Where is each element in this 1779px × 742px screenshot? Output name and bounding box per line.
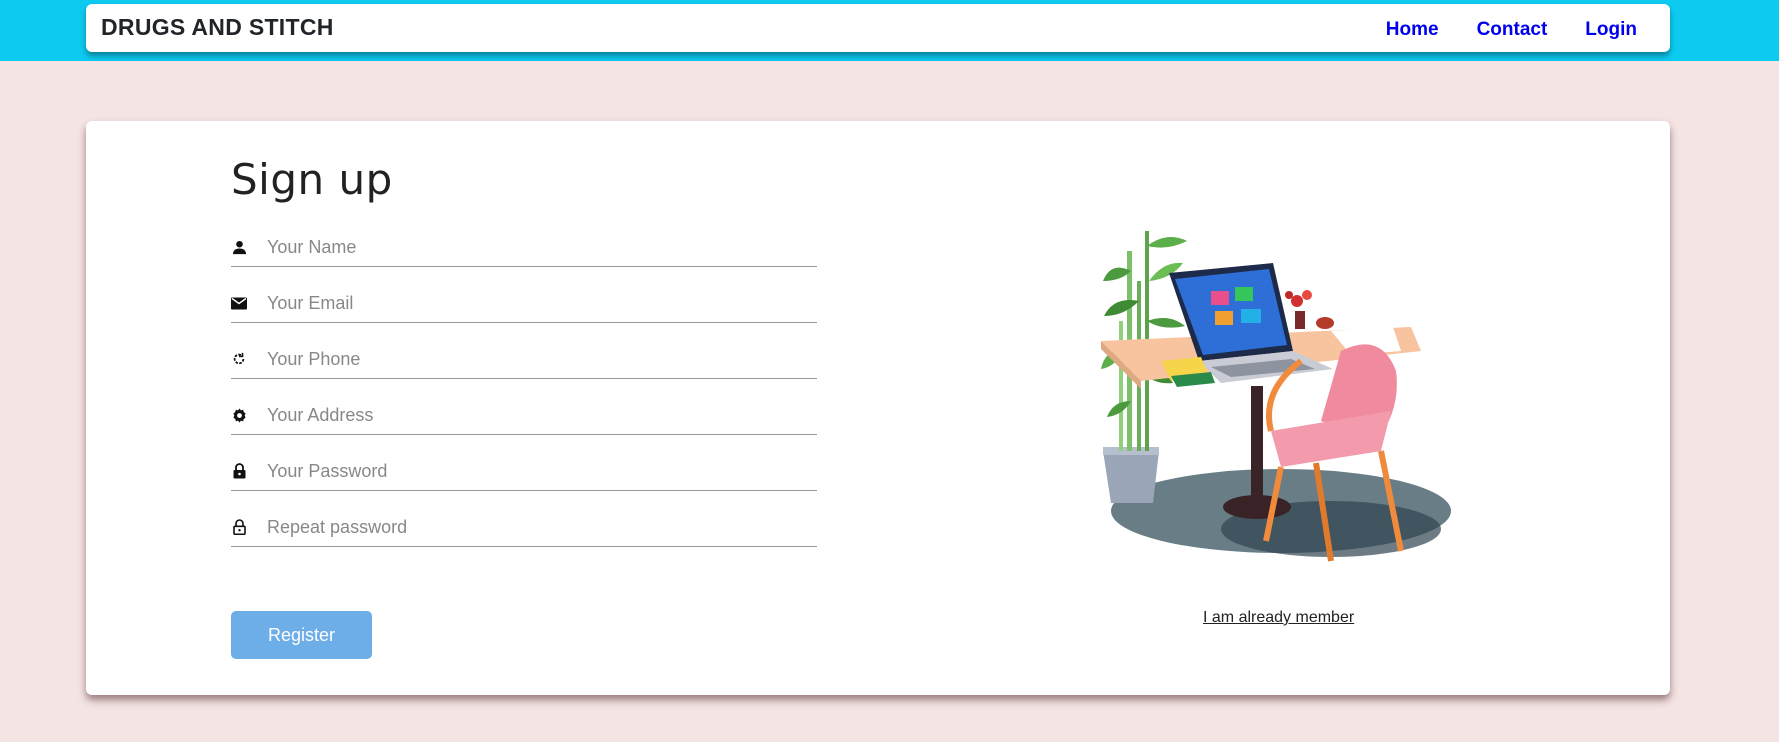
- already-member-link[interactable]: I am already member: [1203, 609, 1354, 627]
- nav-home-link[interactable]: Home: [1386, 19, 1439, 41]
- nav-contact-link[interactable]: Contact: [1477, 19, 1548, 41]
- person-icon: [231, 239, 247, 255]
- name-field-row: [231, 227, 817, 267]
- email-input[interactable]: [267, 288, 807, 318]
- phone-field-row: [231, 339, 817, 379]
- address-field-row: [231, 395, 817, 435]
- name-input[interactable]: [267, 232, 807, 262]
- brand-title[interactable]: DRUGS AND STITCH: [101, 14, 334, 41]
- phone-input[interactable]: [267, 344, 807, 374]
- page-title: Sign up: [231, 155, 393, 204]
- lock-outline-icon: [231, 519, 247, 535]
- register-button[interactable]: Register: [231, 611, 372, 659]
- repeat-password-input[interactable]: [267, 512, 807, 542]
- password-field-row: [231, 451, 817, 491]
- nav-links: Home Contact Login: [1386, 19, 1637, 41]
- repeat-password-field-row: [231, 507, 817, 547]
- email-field-row: [231, 283, 817, 323]
- navbar: DRUGS AND STITCH Home Contact Login: [86, 4, 1670, 52]
- gear-icon: [231, 407, 247, 423]
- envelope-icon: [231, 295, 247, 311]
- desk-illustration: [1101, 211, 1461, 586]
- password-input[interactable]: [267, 456, 807, 486]
- lock-icon: [231, 463, 247, 479]
- phone-refresh-icon: [231, 351, 247, 367]
- address-input[interactable]: [267, 400, 807, 430]
- nav-login-link[interactable]: Login: [1585, 19, 1637, 41]
- signup-card: Sign up Register: [86, 121, 1670, 695]
